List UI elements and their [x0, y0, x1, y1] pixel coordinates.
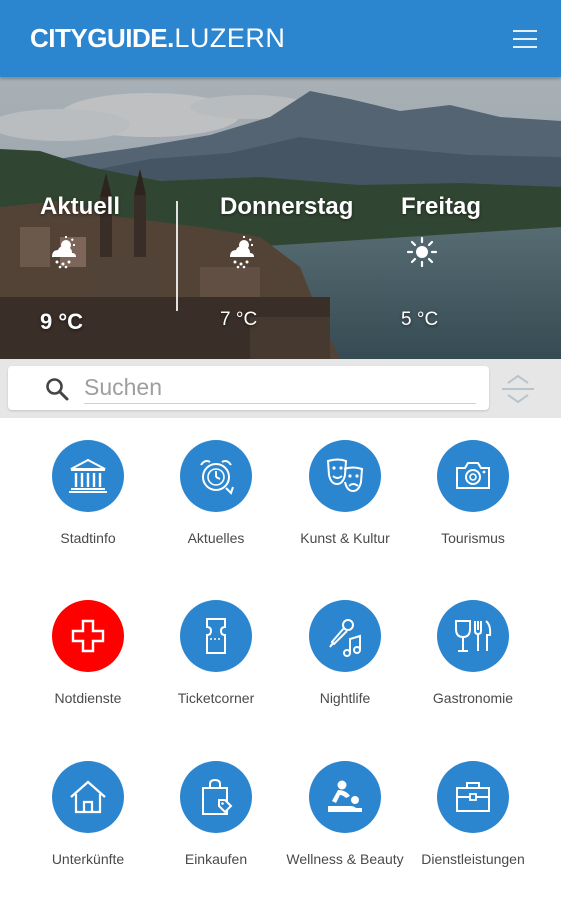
tile-dienstleistungen[interactable]: Dienstleistungen — [409, 739, 537, 889]
shopping-bag-icon — [202, 778, 233, 815]
weather-day-3: Freitag 5 °C — [401, 77, 531, 359]
snow-cloud-icon — [230, 236, 254, 269]
ticket-icon — [206, 618, 226, 654]
brand-place-text: LUZERN — [174, 23, 286, 53]
tile-label: Kunst & Kultur — [300, 530, 390, 546]
tile-label: Einkaufen — [184, 851, 248, 867]
tile-label: Ticketcorner — [177, 690, 255, 706]
tile-label: Unterkünfte — [51, 851, 125, 867]
app-header: CITYGUIDE . LUZERN — [0, 0, 561, 77]
microphone-music-icon — [329, 619, 361, 657]
theater-masks-icon — [326, 458, 364, 493]
snow-cloud-icon — [52, 236, 76, 269]
weather-temp: 7 °C — [220, 309, 258, 330]
weather-day-2: Donnerstag 7 °C — [220, 77, 380, 359]
tile-kunst-kultur[interactable]: Kunst & Kultur — [281, 418, 409, 568]
alarm-clock-icon — [200, 460, 234, 495]
tile-icon-circle — [309, 600, 381, 672]
tile-icon-circle — [437, 600, 509, 672]
weather-today: Aktuell 9 °C — [40, 77, 170, 359]
briefcase-icon — [456, 782, 490, 812]
tile-notdienste[interactable]: Notdienste — [24, 578, 152, 728]
tile-icon-circle — [52, 440, 124, 512]
weather-day-label: Aktuell — [40, 193, 121, 220]
brand-dot: . — [167, 23, 175, 53]
city-hall-icon — [69, 458, 107, 493]
tile-label: Tourismus — [441, 530, 505, 546]
tile-icon-circle — [309, 761, 381, 833]
tile-label: Wellness & Beauty — [286, 851, 404, 867]
house-icon — [70, 780, 106, 814]
tile-label: Dienstleistungen — [421, 851, 525, 867]
tile-label: Stadtinfo — [60, 530, 116, 546]
search-bar — [0, 359, 561, 418]
weather-day-label: Freitag — [401, 193, 482, 220]
weather-hero: Aktuell 9 °C Donnerstag 7 °C Freitag 5 °… — [0, 77, 561, 359]
tile-icon-circle — [52, 600, 124, 672]
tile-icon-circle — [180, 440, 252, 512]
tile-icon-circle — [309, 440, 381, 512]
tile-label: Aktuelles — [187, 530, 245, 546]
tile-label: Notdienste — [54, 690, 122, 706]
tile-label: Nightlife — [319, 690, 371, 706]
tile-nightlife[interactable]: Nightlife — [281, 578, 409, 728]
tile-wellness-beauty[interactable]: Wellness & Beauty — [281, 739, 409, 889]
hamburger-menu-icon[interactable] — [505, 19, 545, 59]
search-input[interactable] — [84, 372, 476, 404]
tile-icon-circle — [180, 600, 252, 672]
tile-aktuelles[interactable]: Aktuelles — [152, 418, 280, 568]
tile-unterkuenfte[interactable]: Unterkünfte — [24, 739, 152, 889]
tile-icon-circle — [52, 761, 124, 833]
tile-ticketcorner[interactable]: Ticketcorner — [152, 578, 280, 728]
camera-icon — [456, 462, 490, 489]
tile-icon-circle — [437, 761, 509, 833]
wine-cutlery-icon — [455, 620, 492, 652]
massage-icon — [328, 780, 362, 812]
weather-temp: 5 °C — [401, 309, 439, 330]
app-logo[interactable]: CITYGUIDE . LUZERN — [30, 23, 285, 54]
brand-city-text: CITYGUIDE — [30, 23, 168, 53]
search-icon[interactable] — [44, 376, 70, 402]
category-grid: Stadtinfo Aktuelles Kunst & Kultur Touri… — [0, 418, 561, 900]
sun-icon — [406, 236, 438, 268]
search-box — [8, 366, 489, 410]
tile-stadtinfo[interactable]: Stadtinfo — [24, 418, 152, 568]
tile-gastronomie[interactable]: Gastronomie — [409, 578, 537, 728]
tile-einkaufen[interactable]: Einkaufen — [152, 739, 280, 889]
medical-cross-icon — [71, 619, 105, 653]
weather-day-label: Donnerstag — [220, 193, 354, 220]
tile-icon-circle — [437, 440, 509, 512]
tile-icon-circle — [180, 761, 252, 833]
weather-divider — [176, 201, 178, 311]
expand-collapse-icon[interactable] — [500, 371, 536, 407]
tile-tourismus[interactable]: Tourismus — [409, 418, 537, 568]
tile-label: Gastronomie — [432, 690, 514, 706]
weather-temp: 9 °C — [40, 309, 84, 334]
